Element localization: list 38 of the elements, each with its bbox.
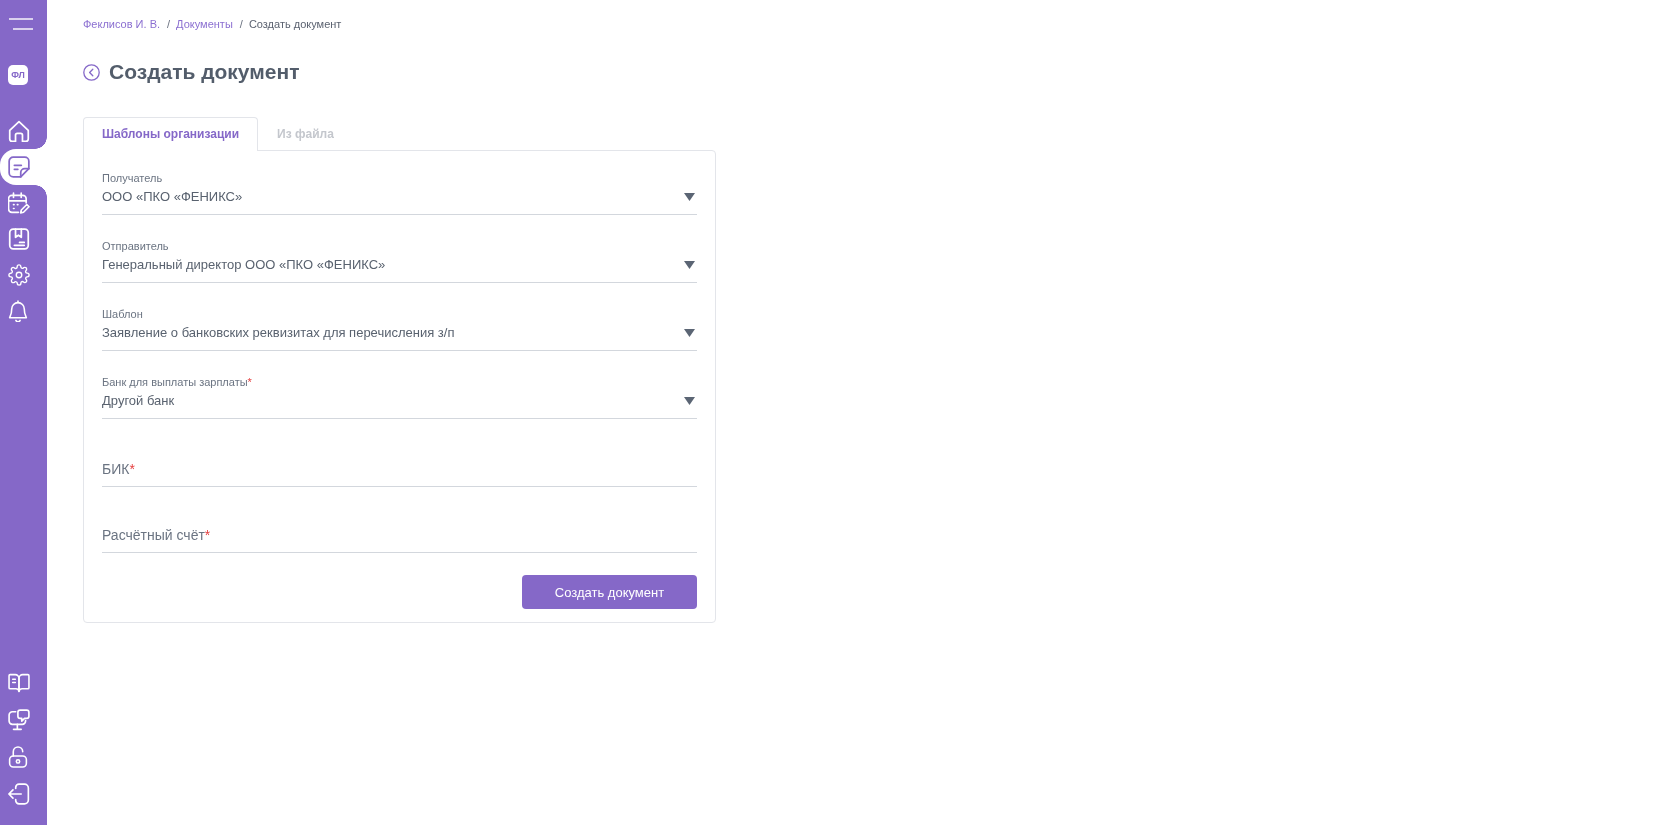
menu-icon [9, 18, 33, 30]
logout-icon [8, 782, 30, 805]
open-book-icon [8, 672, 30, 693]
back-icon [83, 63, 100, 81]
settings-icon [8, 264, 30, 286]
create-document-button[interactable]: Создать документ [522, 575, 697, 609]
select-field[interactable]: Заявление о банковских реквизитах для перечисления з/п [102, 321, 697, 351]
select-field[interactable]: ООО «ПКО «ФЕНИКС» [102, 185, 697, 215]
page-title: Создать документ [109, 59, 300, 85]
select-field[interactable]: Генеральный директор ООО «ПКО «ФЕНИКС» [102, 253, 697, 283]
input-field[interactable]: БИК* [102, 457, 697, 487]
breadcrumb-separator: / [167, 17, 171, 32]
caret-icon [684, 329, 695, 337]
field-label: Отправитель [102, 239, 170, 253]
caret-icon [684, 261, 695, 269]
breadcrumb-current: Создать документ [248, 17, 342, 32]
breadcrumb-link[interactable]: Документы [176, 16, 233, 32]
select-field[interactable]: Другой банк [102, 389, 697, 419]
caret-icon [684, 397, 695, 405]
tab[interactable]: Шаблоны организации [83, 117, 259, 151]
field-label: БИК* [102, 461, 135, 477]
caret-icon [684, 193, 695, 201]
home-icon [8, 120, 30, 142]
field-label: Шаблон [102, 307, 144, 321]
field-label: Расчётный счёт* [102, 527, 211, 543]
calendar-icon [8, 192, 30, 214]
unlocked-padlock-icon [8, 745, 28, 768]
breadcrumb-link[interactable]: Феклисов И. В. [83, 16, 161, 32]
document-icon [8, 156, 30, 178]
chat-monitor-icon [8, 708, 30, 731]
field-label: Получатель [102, 171, 164, 185]
bell-icon [8, 300, 28, 322]
bookmark-document-icon [8, 228, 30, 250]
profile-badge[interactable]: ФЛ [8, 65, 28, 85]
input-field[interactable]: Расчётный счёт* [102, 523, 697, 553]
breadcrumb-separator: / [239, 17, 243, 32]
back-button[interactable] [83, 63, 100, 81]
field-label: Банк для выплаты зарплаты* [102, 375, 253, 389]
